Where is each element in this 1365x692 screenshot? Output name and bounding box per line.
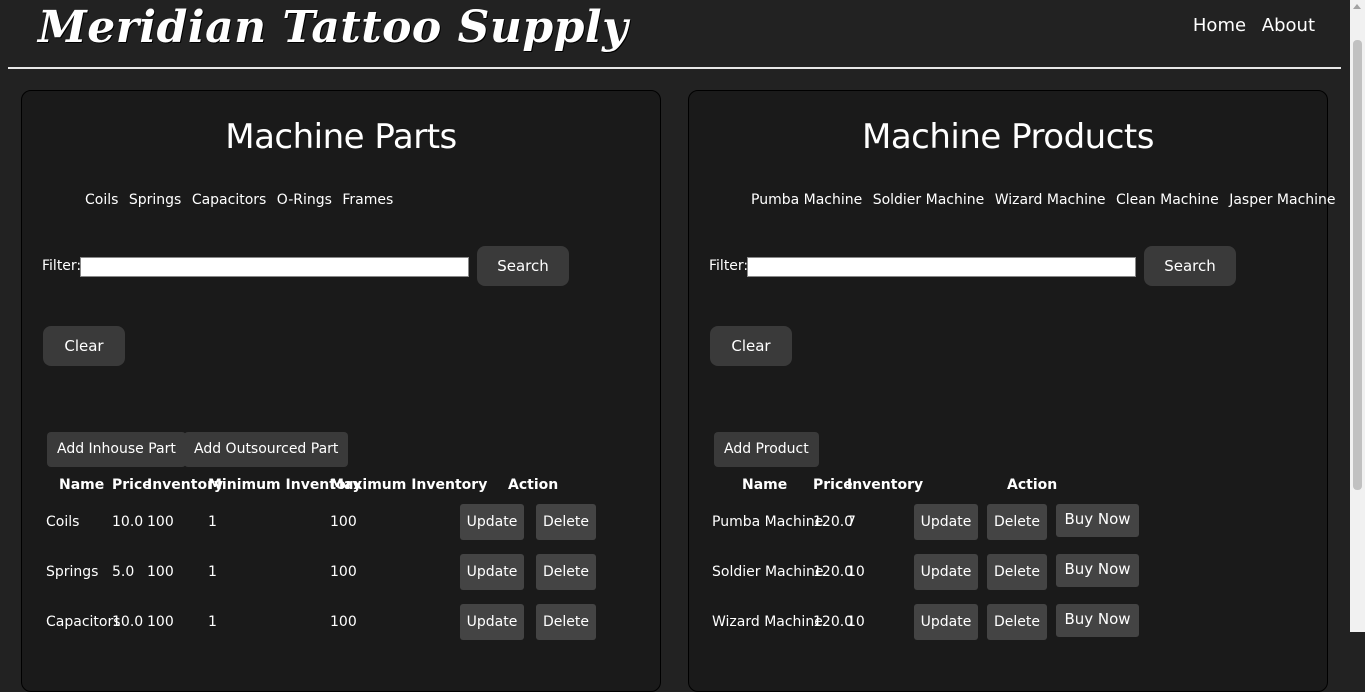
products-row-3-inventory: 10 [847, 614, 865, 630]
products-clear-button[interactable]: Clear [710, 326, 792, 366]
parts-col-price: Price [112, 477, 152, 493]
products-col-name: Name [742, 477, 788, 493]
page-scrollbar[interactable] [1350, 0, 1365, 632]
parts-row-2-max: 100 [330, 564, 357, 580]
products-row-3-update-button[interactable]: Update [914, 604, 978, 640]
products-row-2-name: Soldier Machine [712, 564, 824, 580]
parts-panel: Machine Parts Coils Springs Capacitors O… [21, 90, 661, 692]
site-header: Meridian Tattoo Supply Home About [0, 0, 1350, 69]
parts-search-button[interactable]: Search [477, 246, 569, 286]
parts-row-3-max: 100 [330, 614, 357, 630]
parts-row-3-name: Capacitors [46, 614, 121, 630]
parts-row-3-inventory: 100 [147, 614, 174, 630]
parts-row-1-inventory: 100 [147, 514, 174, 530]
products-category-list: Pumba Machine Soldier Machine Wizard Mac… [751, 192, 1342, 208]
parts-row-1-update-button[interactable]: Update [460, 504, 524, 540]
parts-row-3-price: 10.0 [112, 614, 144, 630]
parts-row-2-price: 5.0 [112, 564, 135, 580]
scrollbar-thumb[interactable] [1353, 40, 1362, 490]
parts-row-2-update-button[interactable]: Update [460, 554, 524, 590]
parts-row-2-delete-button[interactable]: Delete [536, 554, 596, 590]
products-col-inventory: Inventory [847, 477, 924, 493]
products-row-3-name: Wizard Machine [712, 614, 823, 630]
scroll-up-arrow-icon[interactable] [1353, 4, 1361, 9]
add-product-button[interactable]: Add Product [714, 432, 819, 467]
parts-filter-input[interactable] [80, 257, 469, 277]
products-row-1-delete-button[interactable]: Delete [987, 504, 1047, 540]
parts-row-2-inventory: 100 [147, 564, 174, 580]
parts-row-2-min: 1 [208, 564, 217, 580]
parts-category-o-rings[interactable]: O-Rings [277, 192, 332, 208]
parts-category-springs[interactable]: Springs [129, 192, 181, 208]
products-category-clean[interactable]: Clean Machine [1116, 192, 1219, 208]
parts-title: Machine Parts [225, 117, 457, 157]
parts-category-list: Coils Springs Capacitors O-Rings Frames [85, 192, 399, 208]
parts-clear-button[interactable]: Clear [43, 326, 125, 366]
parts-row-1-delete-button[interactable]: Delete [536, 504, 596, 540]
add-outsourced-part-button[interactable]: Add Outsourced Part [184, 432, 349, 467]
parts-row-1-max: 100 [330, 514, 357, 530]
products-row-1-update-button[interactable]: Update [914, 504, 978, 540]
products-row-1-inventory: 7 [847, 514, 856, 530]
add-inhouse-part-button[interactable]: Add Inhouse Part [47, 432, 186, 467]
parts-filter-label: Filter: [42, 258, 82, 274]
products-row-2-buy-now-button[interactable]: Buy Now [1056, 554, 1139, 587]
products-row-3-delete-button[interactable]: Delete [987, 604, 1047, 640]
nav-home-link[interactable]: Home [1193, 15, 1246, 36]
products-search-button[interactable]: Search [1144, 246, 1236, 286]
products-title: Machine Products [862, 117, 1154, 157]
parts-row-2-name: Springs [46, 564, 99, 580]
parts-row-3-update-button[interactable]: Update [460, 604, 524, 640]
products-row-2-inventory: 10 [847, 564, 865, 580]
top-nav: Home About [1183, 15, 1315, 36]
products-col-action: Action [1007, 477, 1058, 493]
header-divider [8, 67, 1341, 69]
parts-col-max-inventory: Maximum Inventory [330, 477, 488, 493]
nav-about-link[interactable]: About [1262, 15, 1315, 36]
parts-row-3-delete-button[interactable]: Delete [536, 604, 596, 640]
parts-row-1-name: Coils [46, 514, 80, 530]
parts-category-frames[interactable]: Frames [342, 192, 393, 208]
parts-category-coils[interactable]: Coils [85, 192, 118, 208]
products-category-jasper[interactable]: Jasper Machine [1229, 192, 1335, 208]
products-row-1-buy-now-button[interactable]: Buy Now [1056, 504, 1139, 537]
products-row-1-name: Pumba Machine [712, 514, 824, 530]
products-category-pumba[interactable]: Pumba Machine [751, 192, 862, 208]
parts-category-capacitors[interactable]: Capacitors [192, 192, 267, 208]
products-row-2-update-button[interactable]: Update [914, 554, 978, 590]
products-panel: Machine Products Pumba Machine Soldier M… [688, 90, 1336, 692]
products-filter-label: Filter: [709, 258, 749, 274]
parts-col-name: Name [59, 477, 105, 493]
parts-row-3-min: 1 [208, 614, 217, 630]
products-category-wizard[interactable]: Wizard Machine [995, 192, 1106, 208]
site-logo: Meridian Tattoo Supply [38, 2, 629, 53]
products-row-2-delete-button[interactable]: Delete [987, 554, 1047, 590]
parts-col-action: Action [508, 477, 559, 493]
products-filter-input[interactable] [747, 257, 1136, 277]
products-row-3-buy-now-button[interactable]: Buy Now [1056, 604, 1139, 637]
products-category-soldier[interactable]: Soldier Machine [873, 192, 985, 208]
parts-row-1-min: 1 [208, 514, 217, 530]
parts-row-1-price: 10.0 [112, 514, 144, 530]
